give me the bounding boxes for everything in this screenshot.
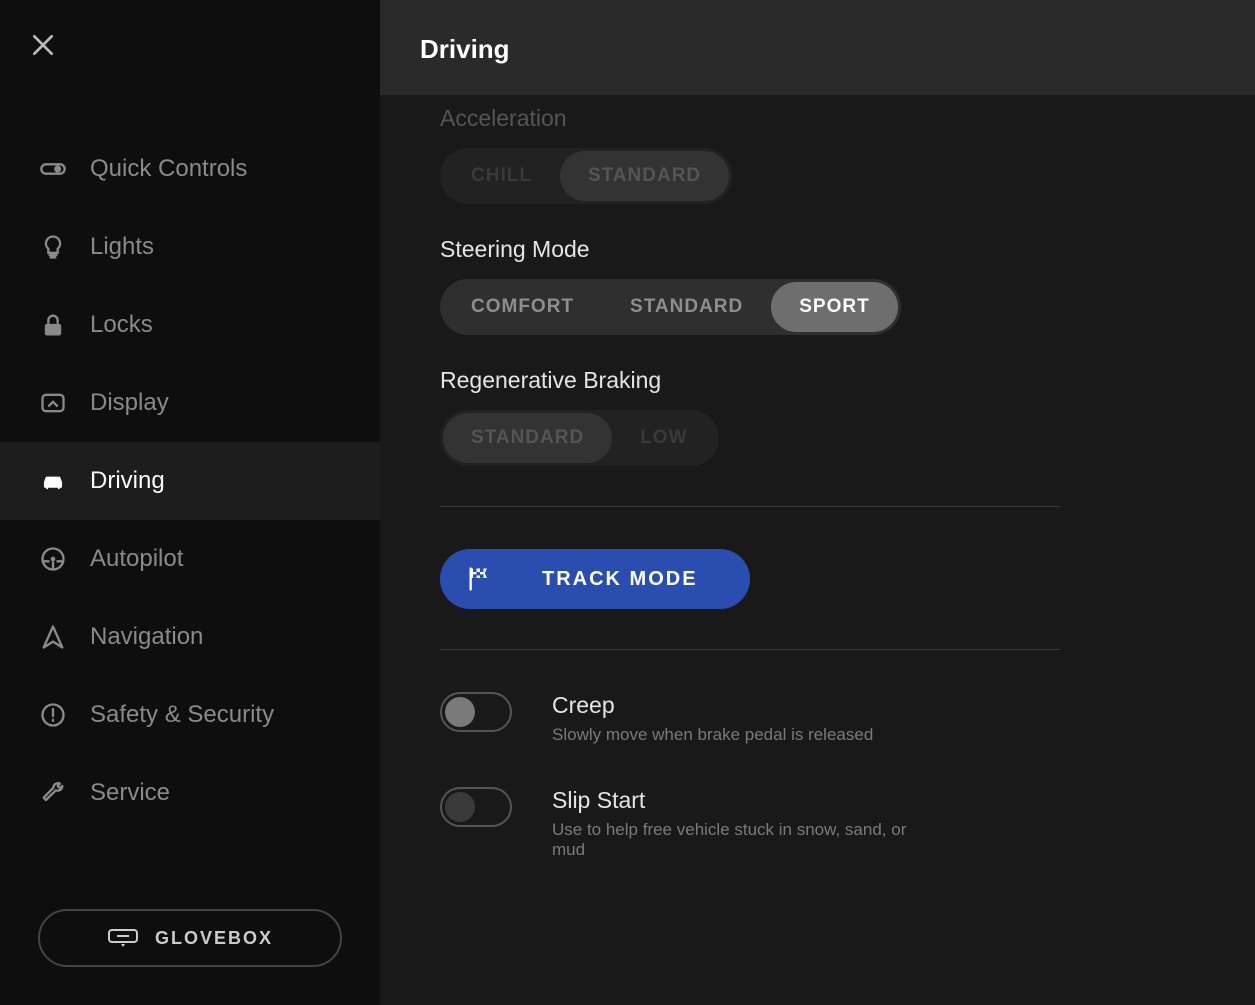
display-icon — [38, 388, 68, 418]
steering-standard[interactable]: STANDARD — [602, 282, 771, 332]
main-content: Driving Acceleration CHILL STANDARD Stee… — [380, 0, 1255, 1005]
slip-start-description: Use to help free vehicle stuck in snow, … — [552, 820, 932, 860]
sidebar-item-navigation[interactable]: Navigation — [0, 598, 380, 676]
nav-label: Locks — [90, 311, 153, 339]
track-mode-label: TRACK MODE — [542, 568, 698, 591]
car-icon — [38, 466, 68, 496]
regen-label: Regenerative Braking — [440, 367, 1195, 394]
bulb-icon — [38, 232, 68, 262]
page-header: Driving — [380, 0, 1255, 95]
settings-panel: Acceleration CHILL STANDARD Steering Mod… — [380, 95, 1255, 1005]
settings-sidebar: Quick Controls Lights Locks Display Driv… — [0, 0, 380, 1005]
alert-circle-icon — [38, 700, 68, 730]
acceleration-label: Acceleration — [440, 105, 1195, 132]
creep-title: Creep — [552, 692, 873, 719]
wrench-icon — [38, 778, 68, 808]
sidebar-item-safety-security[interactable]: Safety & Security — [0, 676, 380, 754]
creep-toggle[interactable] — [440, 692, 512, 732]
regen-standard[interactable]: STANDARD — [443, 413, 612, 463]
nav-label: Quick Controls — [90, 155, 247, 183]
regen-segment: STANDARD LOW — [440, 410, 719, 466]
navigation-icon — [38, 622, 68, 652]
steering-segment: COMFORT STANDARD SPORT — [440, 279, 901, 335]
slip-start-row: Slip Start Use to help free vehicle stuc… — [440, 787, 1195, 860]
sidebar-item-lights[interactable]: Lights — [0, 208, 380, 286]
glovebox-icon — [107, 925, 139, 951]
acceleration-chill[interactable]: CHILL — [443, 151, 560, 201]
sidebar-item-locks[interactable]: Locks — [0, 286, 380, 364]
regen-low[interactable]: LOW — [612, 413, 715, 463]
nav-label: Display — [90, 389, 169, 417]
flag-icon — [466, 565, 494, 593]
nav-label: Lights — [90, 233, 154, 261]
nav-label: Driving — [90, 467, 165, 495]
acceleration-segment: CHILL STANDARD — [440, 148, 732, 204]
divider — [440, 506, 1060, 507]
sidebar-item-driving[interactable]: Driving — [0, 442, 380, 520]
nav-label: Safety & Security — [90, 701, 274, 729]
steering-wheel-icon — [38, 544, 68, 574]
toggle-icon — [38, 154, 68, 184]
sidebar-item-quick-controls[interactable]: Quick Controls — [0, 130, 380, 208]
creep-row: Creep Slowly move when brake pedal is re… — [440, 692, 1195, 745]
steering-comfort[interactable]: COMFORT — [443, 282, 602, 332]
settings-nav: Quick Controls Lights Locks Display Driv… — [0, 130, 380, 832]
sidebar-item-service[interactable]: Service — [0, 754, 380, 832]
slip-start-toggle[interactable] — [440, 787, 512, 827]
nav-label: Navigation — [90, 623, 203, 651]
glovebox-label: GLOVEBOX — [155, 928, 273, 949]
close-button[interactable] — [28, 30, 58, 60]
steering-sport[interactable]: SPORT — [771, 282, 897, 332]
acceleration-standard[interactable]: STANDARD — [560, 151, 729, 201]
sidebar-item-autopilot[interactable]: Autopilot — [0, 520, 380, 598]
steering-label: Steering Mode — [440, 236, 1195, 263]
page-title: Driving — [420, 34, 510, 64]
nav-label: Service — [90, 779, 170, 807]
sidebar-item-display[interactable]: Display — [0, 364, 380, 442]
close-icon — [30, 32, 56, 58]
creep-description: Slowly move when brake pedal is released — [552, 725, 873, 745]
track-mode-button[interactable]: TRACK MODE — [440, 549, 750, 609]
divider — [440, 649, 1060, 650]
slip-start-title: Slip Start — [552, 787, 932, 814]
nav-label: Autopilot — [90, 545, 183, 573]
glovebox-button[interactable]: GLOVEBOX — [38, 909, 342, 967]
lock-icon — [38, 310, 68, 340]
